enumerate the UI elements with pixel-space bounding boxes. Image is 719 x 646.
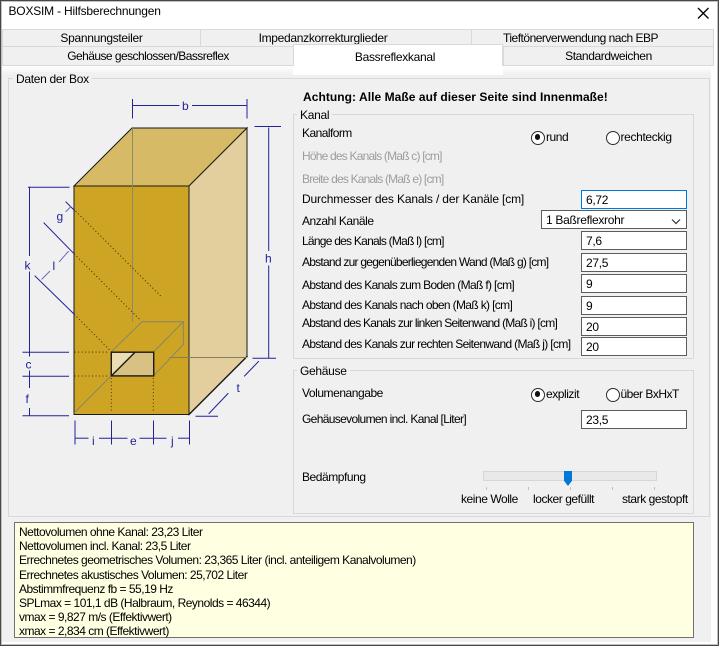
- svg-text:e: e: [130, 434, 137, 448]
- svg-text:g: g: [57, 210, 64, 224]
- svg-text:i: i: [92, 434, 95, 448]
- svg-text:h: h: [265, 252, 272, 266]
- svg-text:l: l: [53, 259, 56, 273]
- svg-text:c: c: [26, 358, 32, 372]
- svg-text:t: t: [237, 381, 241, 395]
- svg-text:k: k: [25, 259, 32, 273]
- svg-text:f: f: [26, 392, 30, 406]
- svg-text:b: b: [182, 99, 189, 113]
- svg-text:j: j: [170, 434, 174, 448]
